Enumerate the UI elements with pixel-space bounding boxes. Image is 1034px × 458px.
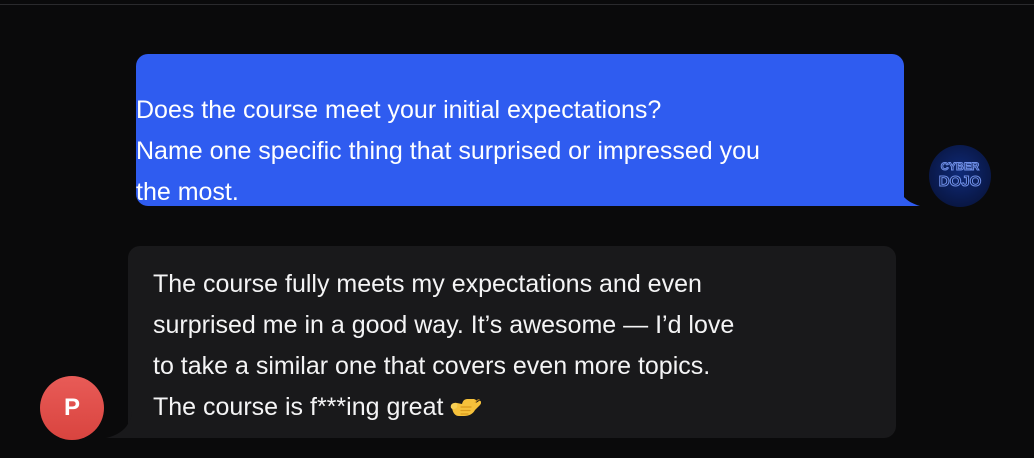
bot-message-bubble: Does the course meet your initial expect… (136, 54, 904, 206)
cyber-dojo-avatar: CYBER DOJO (929, 145, 991, 207)
user-message-line: The course is f***ing great (153, 393, 444, 421)
logo-text-dojo: DOJO (939, 173, 982, 190)
call-me-hand-emoji-icon (451, 399, 482, 416)
bot-message-text: Does the course meet your initial expect… (136, 90, 904, 213)
user-bubble-tail (106, 412, 132, 438)
top-divider (0, 0, 1034, 5)
user-avatar: P (40, 376, 104, 440)
bot-message-line: Does the course meet your initial expect… (136, 96, 662, 124)
user-message-text: The course fully meets my expectations a… (153, 264, 873, 428)
user-message-line: The course fully meets my expectations a… (153, 270, 702, 298)
user-message-bubble: The course fully meets my expectations a… (128, 246, 896, 438)
user-avatar-initial: P (63, 394, 80, 421)
user-message-line: to take a similar one that covers even m… (153, 352, 711, 380)
bot-message-line: Name one specific thing that surprised o… (136, 137, 760, 165)
cyber-dojo-logo-icon: CYBER DOJO (938, 161, 982, 191)
user-message-line: surprised me in a good way. It’s awesome… (153, 311, 735, 339)
bot-bubble-tail (896, 178, 920, 206)
bot-message-line: the most. (136, 178, 239, 206)
logo-text-cyber: CYBER (941, 161, 980, 173)
user-message-last-line: The course is f***ing great (153, 387, 873, 428)
